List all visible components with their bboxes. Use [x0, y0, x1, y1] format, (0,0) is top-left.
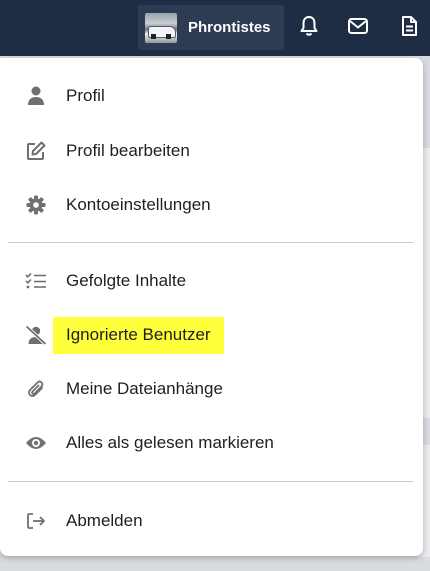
document-icon[interactable]	[398, 15, 420, 37]
top-navigation-bar: Phrontistes	[0, 0, 430, 56]
menu-item-account-settings[interactable]: Kontoeinstellungen	[0, 185, 423, 225]
envelope-icon[interactable]	[347, 15, 369, 37]
menu-divider	[8, 242, 413, 243]
eye-icon	[25, 432, 47, 454]
menu-item-logout[interactable]: Abmelden	[0, 501, 423, 541]
menu-item-label: Meine Dateianhänge	[66, 379, 223, 398]
menu-item-label: Kontoeinstellungen	[66, 195, 211, 214]
menu-item-profile[interactable]: Profil	[0, 76, 423, 116]
menu-item-my-attachments[interactable]: Meine Dateianhänge	[0, 369, 423, 409]
user-menu-toggle[interactable]: Phrontistes	[138, 5, 284, 50]
menu-item-label: Profil	[66, 86, 105, 105]
menu-item-label: Abmelden	[66, 511, 143, 530]
menu-item-label: Ignorierte Benutzer	[53, 316, 224, 354]
user-dropdown-menu: Profil Profil bearbeiten Kontoeinstellun…	[0, 58, 423, 556]
user-icon	[25, 85, 47, 107]
checklist-icon	[25, 270, 47, 292]
edit-icon	[25, 140, 47, 162]
menu-item-label: Profil bearbeiten	[66, 141, 190, 160]
menu-item-label: Alles als gelesen markieren	[66, 433, 274, 452]
user-slash-icon	[25, 324, 47, 346]
menu-item-mark-all-read[interactable]: Alles als gelesen markieren	[0, 423, 423, 463]
paperclip-icon	[25, 378, 47, 400]
gear-icon	[25, 194, 47, 216]
bell-icon[interactable]	[298, 15, 320, 37]
menu-item-ignored-users[interactable]: Ignorierte Benutzer	[0, 315, 423, 355]
sign-out-icon	[25, 510, 47, 532]
avatar	[145, 12, 177, 43]
menu-item-label: Gefolgte Inhalte	[66, 271, 187, 290]
user-name: Phrontistes	[188, 19, 271, 36]
menu-item-watched-content[interactable]: Gefolgte Inhalte	[0, 261, 423, 301]
menu-divider	[8, 481, 413, 482]
menu-item-edit-profile[interactable]: Profil bearbeiten	[0, 131, 423, 171]
